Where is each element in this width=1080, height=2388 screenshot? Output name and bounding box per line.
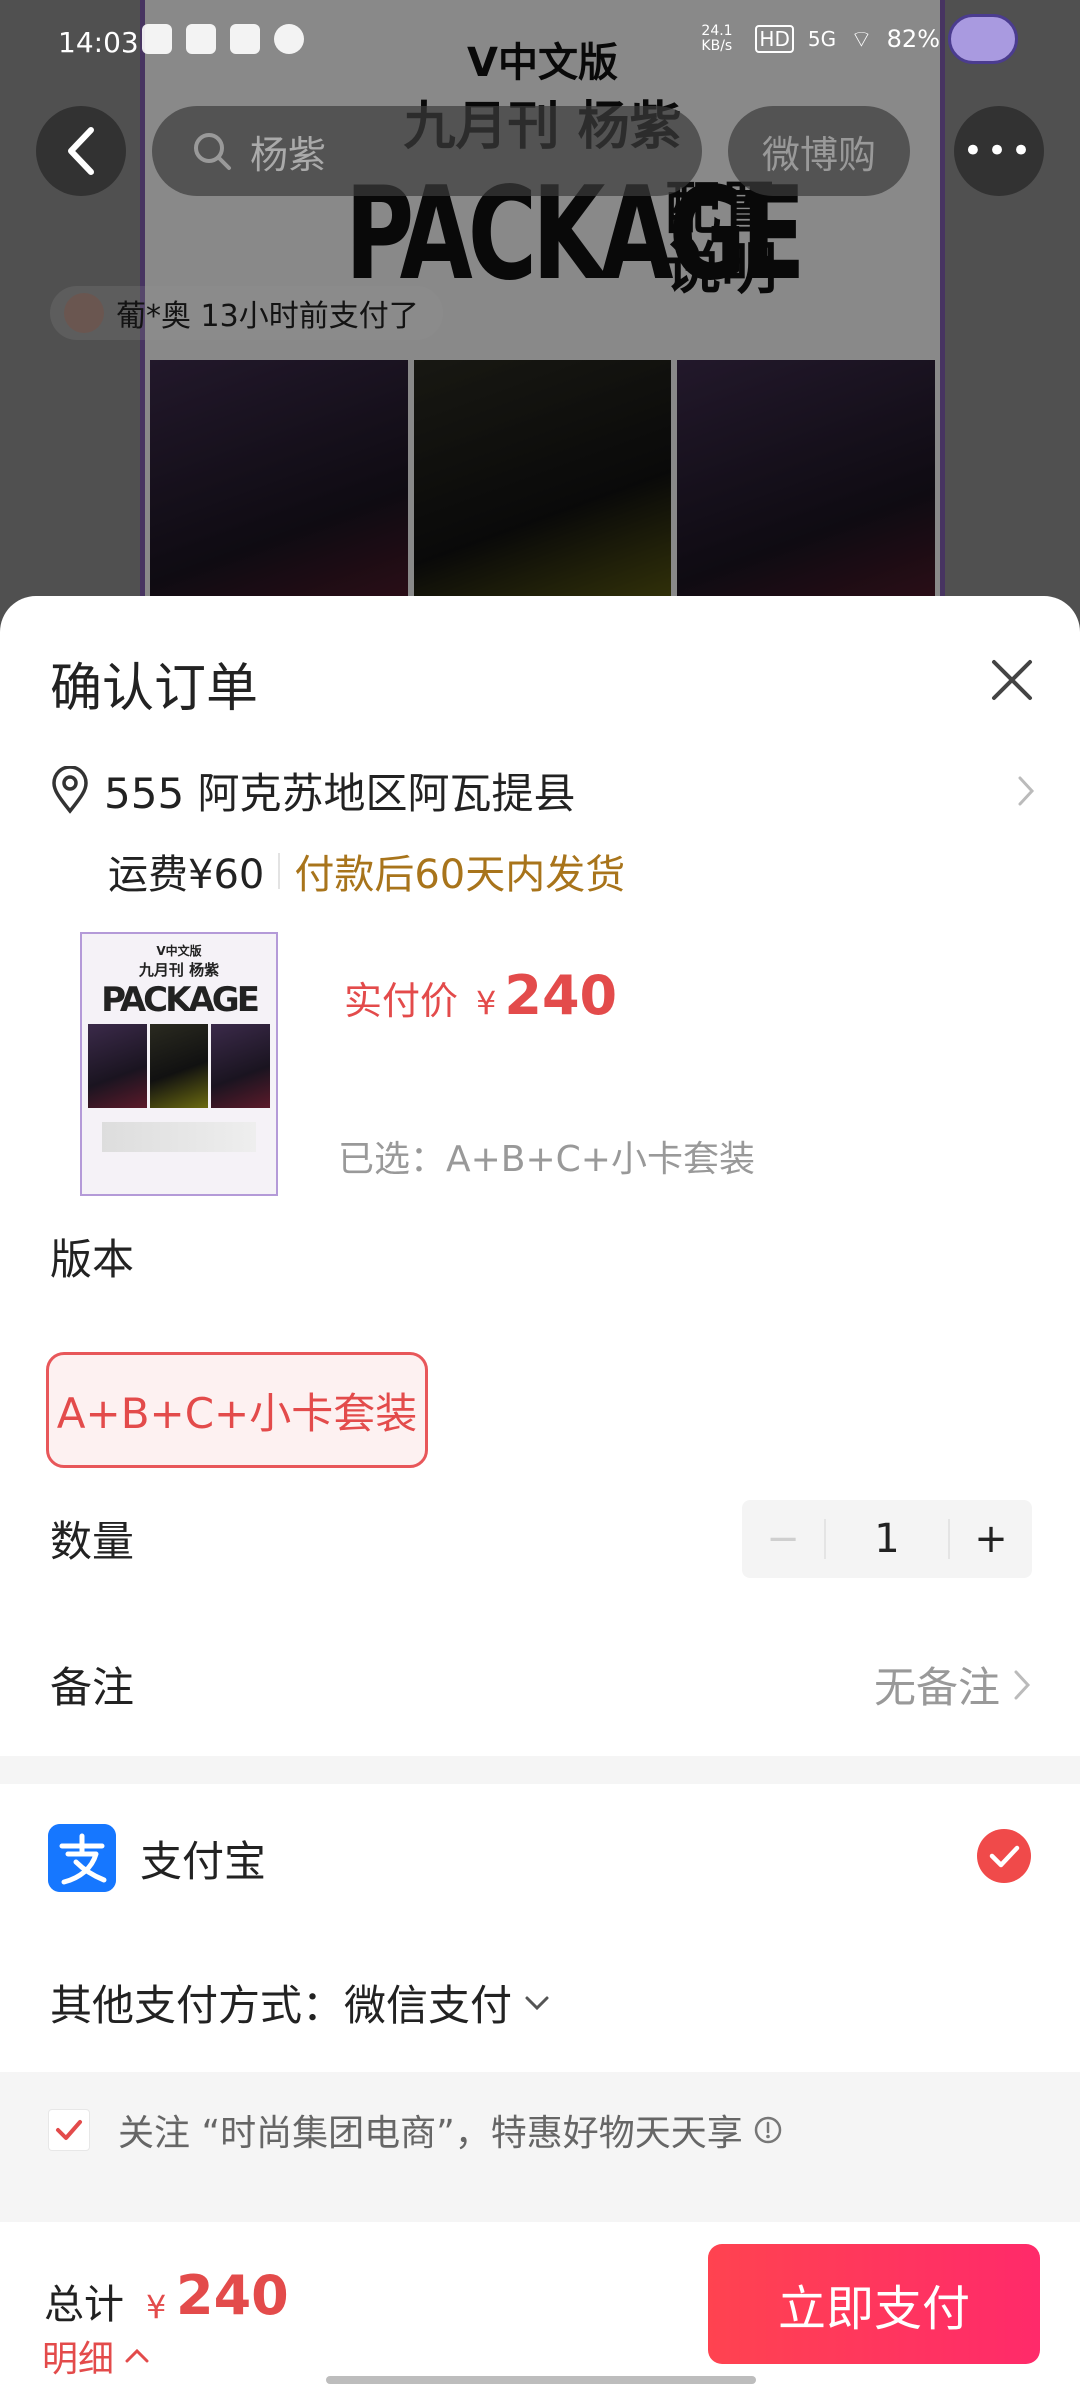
alipay-icon [48,1824,116,1892]
other-payment-text: 其他支付方式：微信支付 [50,1981,513,2030]
price-row: 实付价 ¥ 240 [344,964,617,1027]
status-time: 14:03 [58,26,139,59]
back-button[interactable] [36,106,126,196]
more-button[interactable]: ••• [954,106,1044,196]
quantity-stepper: − 1 + [742,1500,1032,1578]
close-icon[interactable] [984,652,1040,708]
quantity-value[interactable]: 1 [824,1519,950,1559]
quantity-minus-button[interactable]: − [742,1516,824,1562]
price-value: 240 [504,964,618,1027]
product-thumbnail[interactable]: V中文版 九月刊 杨紫 PACKAGE [80,932,278,1196]
remark-row[interactable]: 无备注 [874,1654,1032,1715]
status-right: 24.1 KB/s HD 5G ⌔ 82% [701,24,940,54]
wifi-icon: ⌔ [850,25,873,53]
search-icon [194,133,231,170]
search-text: 杨紫 [250,132,327,177]
floating-assistant-icon[interactable] [948,14,1018,64]
checkmark-icon [56,2120,82,2140]
shipping-fee: 运费¥60 [108,852,265,898]
background-product-page: V中文版 九月刊 杨紫 PACKAGE 配置说明 葡*奥 13小时前支付了 14… [0,0,1080,640]
remark-label: 备注 [50,1663,135,1712]
tiktok-icon [186,24,216,54]
weibo-buy-button[interactable]: 微博购 [728,106,910,196]
thumb-line1: V中文版 [156,944,202,958]
thumb-line2: 九月刊 杨紫 [138,961,220,979]
hd-indicator: HD [755,25,794,53]
detail-link-text: 明细 [42,2339,115,2380]
follow-checkbox[interactable] [48,2109,90,2151]
home-indicator[interactable] [326,2376,756,2384]
battery-level: 82% [886,25,940,53]
total-currency: ¥ [146,2288,167,2326]
notification-icons [142,24,304,54]
wechat-icon [142,24,172,54]
thumb-line3: PACKAGE [101,980,260,1020]
chevron-down-icon [525,1996,549,2010]
music-icon [274,24,304,54]
follow-row: 关注 “时尚集团电商”，特惠好物天天享 [48,2104,783,2156]
chevron-right-icon [1014,1670,1031,1699]
search-bar[interactable]: 杨紫 [152,106,702,196]
thumb-photos [88,1024,271,1108]
pay-now-button[interactable]: 立即支付 [708,2244,1040,2364]
top-nav: 杨紫 微博购 ••• [0,100,1080,200]
dim-overlay[interactable] [0,0,1080,640]
divider [278,853,281,889]
address-text: 555 阿克苏地区阿瓦提县 [104,768,576,818]
section-divider [0,1756,1080,1784]
footer-bar: 总计 ¥ 240 明细 立即支付 [0,2226,1080,2388]
more-dots-icon: ••• [962,131,1036,171]
check-circle-icon[interactable] [976,1828,1032,1884]
gallery-icon [230,24,260,54]
info-icon[interactable] [753,2115,783,2145]
total-label: 总计 [44,2282,124,2328]
shipping-note: 付款后60天内发货 [294,852,626,898]
quantity-label: 数量 [50,1517,135,1566]
shipping-row: 运费¥60 付款后60天内发货 [108,842,625,900]
price-currency: ¥ [476,984,497,1022]
remark-value: 无备注 [873,1663,1000,1712]
chevron-up-icon [125,2348,149,2363]
price-label: 实付价 [344,979,459,1023]
signal-indicator: 5G [807,27,837,51]
quantity-plus-button[interactable]: + [950,1516,1032,1562]
follow-text: 关注 “时尚集团电商”，特惠好物天天享 [118,2113,743,2154]
detail-link[interactable]: 明细 [42,2330,150,2382]
thumb-footer [102,1122,256,1152]
version-label: 版本 [50,1235,135,1284]
chevron-left-icon [68,127,94,175]
sheet-title: 确认订单 [50,659,259,719]
confirm-order-sheet: 确认订单 555 阿克苏地区阿瓦提县 运费¥60 付款后60天内发货 V中文版 … [0,596,1080,2388]
selected-spec: 已选：A+B+C+小卡套装 [338,1139,755,1180]
net-speed: 24.1 KB/s [701,23,733,54]
address-row[interactable]: 555 阿克苏地区阿瓦提县 [50,760,1036,820]
version-option-selected[interactable]: A+B+C+小卡套装 [46,1352,428,1468]
other-payment-row[interactable]: 其他支付方式：微信支付 [50,1972,550,2033]
status-bar: 14:03 24.1 KB/s HD 5G ⌔ 82% [0,0,1080,84]
alipay-label: 支付宝 [140,1836,267,1886]
total-value: 240 [176,2264,289,2327]
alipay-option[interactable]: 支付宝 [48,1824,1032,1892]
chevron-right-icon [1018,776,1035,806]
location-pin-icon [52,766,88,814]
